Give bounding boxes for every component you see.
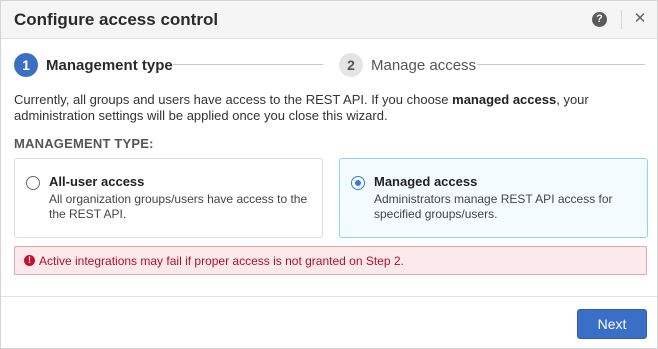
step-label-2: Manage access — [371, 56, 477, 74]
option-title: All-user access — [49, 174, 145, 189]
step-number-2: 2 — [339, 53, 363, 77]
step-management-type: 1 Management type — [14, 53, 173, 77]
alert-text: Active integrations may fail if proper a… — [39, 254, 404, 268]
dialog-title: Configure access control — [14, 10, 219, 29]
step-trailing-line — [477, 64, 645, 65]
next-button[interactable]: Next — [577, 309, 647, 339]
step-connector-line — [173, 64, 323, 65]
wizard-description: Currently, all groups and users have acc… — [14, 92, 644, 124]
warning-alert: ! Active integrations may fail if proper… — [14, 246, 647, 275]
option-managed-access[interactable]: Managed access Administrators manage RES… — [339, 158, 648, 238]
error-icon: ! — [24, 255, 35, 266]
managed-access-radio[interactable] — [351, 176, 365, 190]
header-divider — [621, 10, 622, 29]
all-user-access-radio[interactable] — [26, 176, 40, 190]
option-all-user-access[interactable]: All-user access All organization groups/… — [14, 158, 323, 238]
option-description: Administrators manage REST API access fo… — [374, 192, 613, 221]
step-number-1: 1 — [14, 53, 38, 77]
step-label-1: Management type — [46, 56, 173, 74]
footer-divider — [1, 296, 657, 297]
option-title: Managed access — [374, 174, 478, 189]
management-type-label: MANAGEMENT TYPE: — [14, 136, 154, 151]
description-text-1: Currently, all groups and users have acc… — [14, 92, 453, 107]
option-description: All organization groups/users have acces… — [49, 192, 308, 221]
step-manage-access: 2 Manage access — [339, 53, 476, 77]
help-icon[interactable]: ? — [592, 12, 607, 27]
close-icon[interactable]: ✕ — [632, 10, 648, 28]
dialog-header: Configure access control ? ✕ — [1, 1, 657, 39]
description-bold-text: managed access — [452, 92, 557, 107]
configure-access-dialog: Configure access control ? ✕ 1 Managemen… — [0, 0, 658, 349]
